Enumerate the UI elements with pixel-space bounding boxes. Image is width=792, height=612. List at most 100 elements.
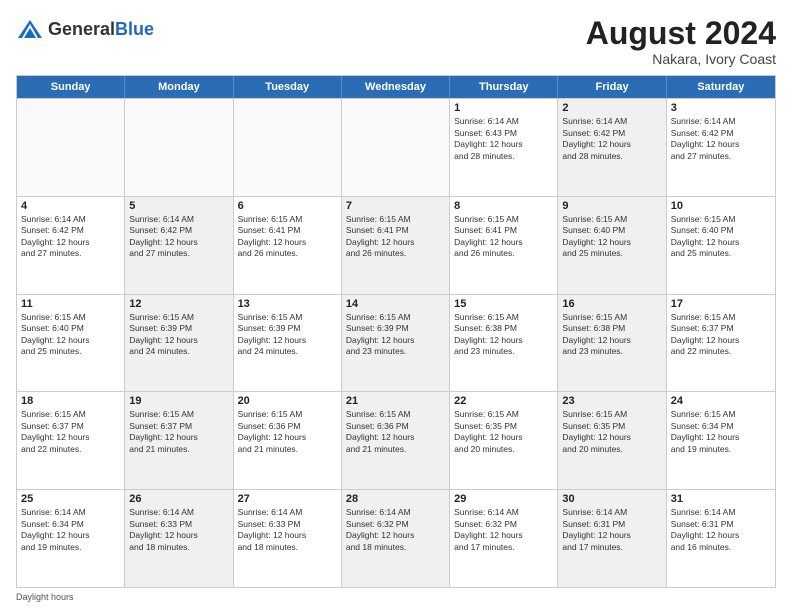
day-number: 12	[129, 298, 228, 310]
day-number: 3	[671, 102, 771, 114]
cal-cell-24: 24Sunrise: 6:15 AM Sunset: 6:34 PM Dayli…	[667, 392, 775, 489]
title-block: August 2024 Nakara, Ivory Coast	[586, 16, 776, 67]
cal-cell-1: 1 Sunrise: 6:14 AM Sunset: 6:43 PM Daylig…	[450, 99, 558, 196]
cal-cell-22: 22 Sunrise: 6:15 AM Sunset: 6:35 PM Dayli…	[450, 392, 558, 489]
day-number: 21	[346, 395, 445, 407]
cal-row-3: 18 Sunrise: 6:15 AM Sunset: 6:37 PM Dayli…	[17, 391, 775, 489]
day-info: Sunrise: 6:15 AM Sunset: 6:37 PM Dayligh…	[21, 409, 120, 455]
month-title: August 2024	[586, 16, 776, 51]
cal-header-day-saturday: Saturday	[667, 76, 775, 98]
cal-cell-21: 21 Sunrise: 6:15 AM Sunset: 6:36 PM Dayli…	[342, 392, 450, 489]
cal-cell-31: 31 Sunrise: 6:14 AM Sunset: 6:31 PM Dayli…	[667, 490, 775, 587]
cal-cell-29: 29Sunrise: 6:14 AM Sunset: 6:32 PM Dayli…	[450, 490, 558, 587]
cal-cell-empty-0-1	[125, 99, 233, 196]
cal-cell-25: 25Sunrise: 6:14 AM Sunset: 6:34 PM Dayli…	[17, 490, 125, 587]
cal-header-day-friday: Friday	[558, 76, 666, 98]
cal-cell-4: 4 Sunrise: 6:14 AM Sunset: 6:42 PM Daylig…	[17, 197, 125, 294]
day-info: Sunrise: 6:14 AM Sunset: 6:32 PM Dayligh…	[346, 507, 445, 553]
day-number: 1	[454, 102, 553, 114]
cal-cell-6: 6 Sunrise: 6:15 AM Sunset: 6:41 PM Daylig…	[234, 197, 342, 294]
day-info: Sunrise: 6:15 AM Sunset: 6:39 PM Dayligh…	[346, 312, 445, 358]
day-info: Sunrise: 6:15 AM Sunset: 6:39 PM Dayligh…	[238, 312, 337, 358]
day-number: 30	[562, 493, 661, 505]
day-info: Sunrise: 6:15 AM Sunset: 6:38 PM Dayligh…	[562, 312, 661, 358]
day-number: 29	[454, 493, 553, 505]
cal-cell-7: 7 Sunrise: 6:15 AM Sunset: 6:41 PM Daylig…	[342, 197, 450, 294]
cal-cell-2: 2 Sunrise: 6:14 AM Sunset: 6:42 PM Daylig…	[558, 99, 666, 196]
footer: Daylight hours	[16, 592, 776, 602]
cal-row-2: 11 Sunrise: 6:15 AM Sunset: 6:40 PM Dayli…	[17, 294, 775, 392]
header: GeneralBlue August 2024 Nakara, Ivory Co…	[16, 16, 776, 67]
calendar: SundayMondayTuesdayWednesdayThursdayFrid…	[16, 75, 776, 588]
cal-cell-28: 28 Sunrise: 6:14 AM Sunset: 6:32 PM Dayli…	[342, 490, 450, 587]
cal-cell-17: 17Sunrise: 6:15 AM Sunset: 6:37 PM Dayli…	[667, 295, 775, 392]
cal-row-0: 1 Sunrise: 6:14 AM Sunset: 6:43 PM Daylig…	[17, 98, 775, 196]
cal-header-day-tuesday: Tuesday	[234, 76, 342, 98]
cal-cell-23: 23Sunrise: 6:15 AM Sunset: 6:35 PM Dayli…	[558, 392, 666, 489]
day-number: 16	[562, 298, 661, 310]
day-info: Sunrise: 6:14 AM Sunset: 6:42 PM Dayligh…	[671, 116, 771, 162]
day-info: Sunrise: 6:14 AM Sunset: 6:42 PM Dayligh…	[562, 116, 661, 162]
day-info: Sunrise: 6:15 AM Sunset: 6:36 PM Dayligh…	[346, 409, 445, 455]
day-number: 4	[21, 200, 120, 212]
cal-cell-30: 30Sunrise: 6:14 AM Sunset: 6:31 PM Dayli…	[558, 490, 666, 587]
day-number: 9	[562, 200, 661, 212]
day-info: Sunrise: 6:14 AM Sunset: 6:43 PM Dayligh…	[454, 116, 553, 162]
day-number: 5	[129, 200, 228, 212]
day-number: 19	[129, 395, 228, 407]
day-info: Sunrise: 6:15 AM Sunset: 6:41 PM Dayligh…	[238, 214, 337, 260]
day-info: Sunrise: 6:14 AM Sunset: 6:31 PM Dayligh…	[671, 507, 771, 553]
cal-cell-12: 12 Sunrise: 6:15 AM Sunset: 6:39 PM Dayli…	[125, 295, 233, 392]
cal-cell-14: 14Sunrise: 6:15 AM Sunset: 6:39 PM Dayli…	[342, 295, 450, 392]
day-info: Sunrise: 6:15 AM Sunset: 6:40 PM Dayligh…	[671, 214, 771, 260]
cal-cell-26: 26Sunrise: 6:14 AM Sunset: 6:33 PM Dayli…	[125, 490, 233, 587]
logo: GeneralBlue	[16, 16, 154, 44]
day-info: Sunrise: 6:15 AM Sunset: 6:40 PM Dayligh…	[21, 312, 120, 358]
day-number: 27	[238, 493, 337, 505]
cal-header-day-wednesday: Wednesday	[342, 76, 450, 98]
day-info: Sunrise: 6:15 AM Sunset: 6:39 PM Dayligh…	[129, 312, 228, 358]
cal-cell-20: 20 Sunrise: 6:15 AM Sunset: 6:36 PM Dayli…	[234, 392, 342, 489]
day-number: 2	[562, 102, 661, 114]
cal-cell-3: 3 Sunrise: 6:14 AM Sunset: 6:42 PM Daylig…	[667, 99, 775, 196]
cal-cell-8: 8 Sunrise: 6:15 AM Sunset: 6:41 PM Daylig…	[450, 197, 558, 294]
day-info: Sunrise: 6:15 AM Sunset: 6:38 PM Dayligh…	[454, 312, 553, 358]
day-info: Sunrise: 6:15 AM Sunset: 6:41 PM Dayligh…	[454, 214, 553, 260]
logo-icon	[16, 16, 44, 44]
day-info: Sunrise: 6:15 AM Sunset: 6:34 PM Dayligh…	[671, 409, 771, 455]
cal-cell-16: 16 Sunrise: 6:15 AM Sunset: 6:38 PM Dayli…	[558, 295, 666, 392]
cal-cell-10: 10Sunrise: 6:15 AM Sunset: 6:40 PM Dayli…	[667, 197, 775, 294]
cal-cell-empty-0-3	[342, 99, 450, 196]
day-number: 25	[21, 493, 120, 505]
day-number: 31	[671, 493, 771, 505]
cal-header-day-thursday: Thursday	[450, 76, 558, 98]
day-info: Sunrise: 6:14 AM Sunset: 6:33 PM Dayligh…	[238, 507, 337, 553]
day-info: Sunrise: 6:14 AM Sunset: 6:33 PM Dayligh…	[129, 507, 228, 553]
cal-cell-13: 13 Sunrise: 6:15 AM Sunset: 6:39 PM Dayli…	[234, 295, 342, 392]
day-info: Sunrise: 6:15 AM Sunset: 6:41 PM Dayligh…	[346, 214, 445, 260]
cal-row-4: 25Sunrise: 6:14 AM Sunset: 6:34 PM Dayli…	[17, 489, 775, 587]
day-number: 7	[346, 200, 445, 212]
cal-header-day-sunday: Sunday	[17, 76, 125, 98]
cal-cell-15: 15Sunrise: 6:15 AM Sunset: 6:38 PM Dayli…	[450, 295, 558, 392]
cal-cell-18: 18 Sunrise: 6:15 AM Sunset: 6:37 PM Dayli…	[17, 392, 125, 489]
day-number: 6	[238, 200, 337, 212]
footer-text: Daylight hours	[16, 592, 74, 602]
day-number: 17	[671, 298, 771, 310]
cal-cell-empty-0-0	[17, 99, 125, 196]
cal-cell-11: 11 Sunrise: 6:15 AM Sunset: 6:40 PM Dayli…	[17, 295, 125, 392]
day-info: Sunrise: 6:14 AM Sunset: 6:42 PM Dayligh…	[21, 214, 120, 260]
day-info: Sunrise: 6:15 AM Sunset: 6:35 PM Dayligh…	[454, 409, 553, 455]
day-number: 28	[346, 493, 445, 505]
day-number: 13	[238, 298, 337, 310]
day-info: Sunrise: 6:15 AM Sunset: 6:36 PM Dayligh…	[238, 409, 337, 455]
day-number: 18	[21, 395, 120, 407]
day-number: 22	[454, 395, 553, 407]
day-info: Sunrise: 6:15 AM Sunset: 6:35 PM Dayligh…	[562, 409, 661, 455]
day-number: 11	[21, 298, 120, 310]
day-number: 20	[238, 395, 337, 407]
cal-header-day-monday: Monday	[125, 76, 233, 98]
page: GeneralBlue August 2024 Nakara, Ivory Co…	[0, 0, 792, 612]
logo-text: GeneralBlue	[48, 20, 154, 40]
day-number: 8	[454, 200, 553, 212]
